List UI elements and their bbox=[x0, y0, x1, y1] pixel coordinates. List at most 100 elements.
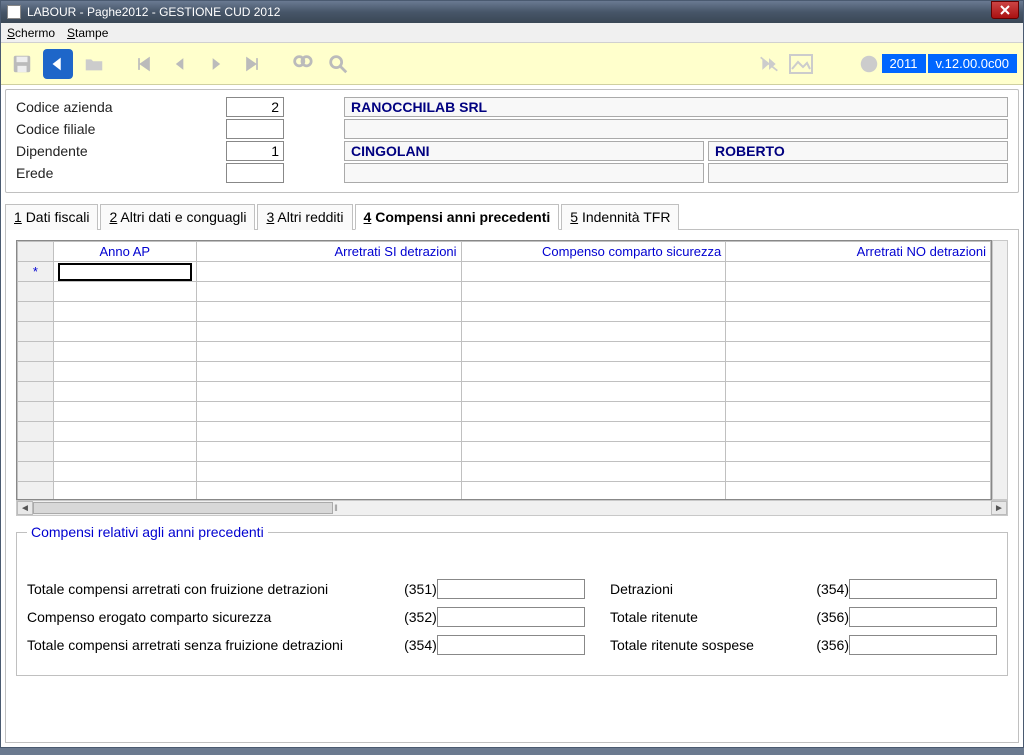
grid-vscroll[interactable] bbox=[992, 240, 1008, 500]
close-button[interactable] bbox=[991, 1, 1019, 19]
col-compenso-sicurezza[interactable]: Compenso comparto sicurezza bbox=[461, 242, 726, 262]
tot-row3-input[interactable] bbox=[437, 635, 585, 655]
grid-cell[interactable] bbox=[196, 362, 461, 382]
row-header[interactable] bbox=[18, 402, 54, 422]
row-header[interactable] bbox=[18, 342, 54, 362]
grid-cell[interactable] bbox=[461, 422, 726, 442]
row-header[interactable] bbox=[18, 442, 54, 462]
first-icon[interactable] bbox=[129, 49, 159, 79]
grid[interactable]: Anno AP Arretrati SI detrazioni Compenso… bbox=[16, 240, 992, 500]
tab-altri-redditi[interactable]: 3 Altri redditi bbox=[257, 204, 352, 230]
grid-cell[interactable] bbox=[726, 262, 991, 282]
dipendente-input[interactable] bbox=[226, 141, 284, 161]
next-icon[interactable] bbox=[201, 49, 231, 79]
menu-stampe[interactable]: Stampe bbox=[67, 26, 108, 40]
grid-cell[interactable] bbox=[53, 362, 196, 382]
skip-icon[interactable] bbox=[754, 49, 784, 79]
grid-cell[interactable] bbox=[461, 462, 726, 482]
row-header[interactable]: * bbox=[18, 262, 54, 282]
search-icon[interactable] bbox=[287, 49, 317, 79]
tot-row3-input2[interactable] bbox=[849, 635, 997, 655]
grid-cell[interactable] bbox=[196, 482, 461, 501]
grid-cell[interactable] bbox=[53, 382, 196, 402]
row-header[interactable] bbox=[18, 302, 54, 322]
tab-compensi-precedenti[interactable]: 4 Compensi anni precedenti bbox=[355, 204, 560, 230]
grid-cell[interactable] bbox=[726, 362, 991, 382]
grid-cell[interactable] bbox=[53, 322, 196, 342]
grid-cell[interactable] bbox=[196, 402, 461, 422]
image-icon[interactable] bbox=[786, 49, 816, 79]
codice-azienda-input[interactable] bbox=[226, 97, 284, 117]
back-icon[interactable] bbox=[43, 49, 73, 79]
row-header[interactable] bbox=[18, 462, 54, 482]
row-header[interactable] bbox=[18, 282, 54, 302]
last-icon[interactable] bbox=[237, 49, 267, 79]
grid-cell[interactable] bbox=[726, 322, 991, 342]
col-anno[interactable]: Anno AP bbox=[53, 242, 196, 262]
scroll-right-icon[interactable]: ► bbox=[991, 501, 1007, 515]
scroll-left-icon[interactable]: ◄ bbox=[17, 501, 33, 515]
grid-cell[interactable] bbox=[726, 342, 991, 362]
grid-cell[interactable] bbox=[53, 442, 196, 462]
tab-altri-dati[interactable]: 2 Altri dati e conguagli bbox=[100, 204, 255, 230]
grid-cell[interactable] bbox=[53, 262, 196, 282]
grid-edit-input[interactable] bbox=[58, 263, 192, 281]
row-header[interactable] bbox=[18, 322, 54, 342]
row-header[interactable] bbox=[18, 362, 54, 382]
grid-cell[interactable] bbox=[461, 362, 726, 382]
tot-row1-input2[interactable] bbox=[849, 579, 997, 599]
zoom-icon[interactable] bbox=[323, 49, 353, 79]
tot-row2-input[interactable] bbox=[437, 607, 585, 627]
row-header[interactable] bbox=[18, 422, 54, 442]
tab-dati-fiscali[interactable]: 1 Dati fiscali bbox=[5, 204, 98, 230]
grid-cell[interactable] bbox=[196, 282, 461, 302]
grid-cell[interactable] bbox=[726, 302, 991, 322]
scroll-thumb[interactable] bbox=[33, 502, 333, 514]
grid-cell[interactable] bbox=[53, 402, 196, 422]
grid-cell[interactable] bbox=[196, 422, 461, 442]
grid-cell[interactable] bbox=[461, 382, 726, 402]
col-arretrati-si[interactable]: Arretrati SI detrazioni bbox=[196, 242, 461, 262]
grid-cell[interactable] bbox=[461, 442, 726, 462]
tot-row2-input2[interactable] bbox=[849, 607, 997, 627]
row-header[interactable] bbox=[18, 482, 54, 501]
folder-icon[interactable] bbox=[79, 49, 109, 79]
grid-cell[interactable] bbox=[196, 262, 461, 282]
grid-cell[interactable] bbox=[53, 422, 196, 442]
tot-row1-input[interactable] bbox=[437, 579, 585, 599]
grid-cell[interactable] bbox=[196, 342, 461, 362]
grid-cell[interactable] bbox=[726, 402, 991, 422]
grid-cell[interactable] bbox=[196, 322, 461, 342]
grid-cell[interactable] bbox=[726, 462, 991, 482]
grid-cell[interactable] bbox=[461, 482, 726, 501]
erede-input[interactable] bbox=[226, 163, 284, 183]
grid-cell[interactable] bbox=[726, 422, 991, 442]
row-header[interactable] bbox=[18, 382, 54, 402]
tab-indennita-tfr[interactable]: 5 Indennità TFR bbox=[561, 204, 679, 230]
grid-cell[interactable] bbox=[461, 262, 726, 282]
save-icon[interactable] bbox=[7, 49, 37, 79]
grid-cell[interactable] bbox=[53, 282, 196, 302]
grid-cell[interactable] bbox=[726, 282, 991, 302]
grid-cell[interactable] bbox=[53, 462, 196, 482]
col-arretrati-no[interactable]: Arretrati NO detrazioni bbox=[726, 242, 991, 262]
grid-cell[interactable] bbox=[53, 342, 196, 362]
grid-cell[interactable] bbox=[461, 302, 726, 322]
grid-cell[interactable] bbox=[196, 302, 461, 322]
grid-cell[interactable] bbox=[726, 482, 991, 501]
codice-filiale-input[interactable] bbox=[226, 119, 284, 139]
grid-cell[interactable] bbox=[196, 462, 461, 482]
prev-icon[interactable] bbox=[165, 49, 195, 79]
grid-hscroll[interactable]: ◄ ‖ ► bbox=[16, 500, 1008, 516]
grid-cell[interactable] bbox=[196, 442, 461, 462]
menu-schermo[interactable]: SSchermochermo bbox=[7, 26, 55, 40]
grid-cell[interactable] bbox=[726, 442, 991, 462]
grid-cell[interactable] bbox=[53, 482, 196, 501]
grid-cell[interactable] bbox=[53, 302, 196, 322]
grid-cell[interactable] bbox=[461, 342, 726, 362]
grid-cell[interactable] bbox=[461, 322, 726, 342]
grid-cell[interactable] bbox=[726, 382, 991, 402]
grid-cell[interactable] bbox=[461, 402, 726, 422]
grid-cell[interactable] bbox=[461, 282, 726, 302]
grid-cell[interactable] bbox=[196, 382, 461, 402]
